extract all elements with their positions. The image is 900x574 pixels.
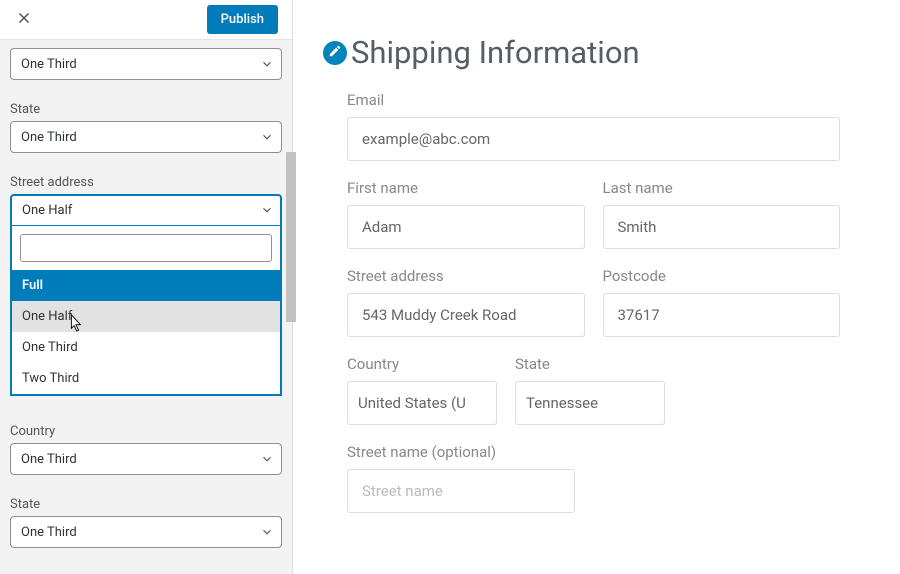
firstname-label: First name <box>347 179 585 197</box>
country-width-label: Country <box>10 424 282 439</box>
dropdown-option-third[interactable]: One Third <box>12 332 280 363</box>
close-icon <box>15 9 33 31</box>
heading-row: Shipping Information <box>323 34 840 71</box>
street-label: Street address <box>347 267 585 285</box>
dropdown-search-wrap <box>12 226 280 270</box>
postcode-value[interactable]: 37617 <box>603 293 841 337</box>
settings-sidebar: Publish State Street address <box>0 0 293 574</box>
street-field: Street address 543 Muddy Creek Road <box>347 267 585 337</box>
close-sidebar-button[interactable] <box>6 2 42 38</box>
row-region: Country United States (U State Tennessee <box>347 355 840 425</box>
country-width-input[interactable] <box>10 443 282 475</box>
sidebar-scrollbar-thumb[interactable] <box>286 152 296 322</box>
row-email: Email example@abc.com <box>347 91 840 161</box>
lastname-field: Last name Smith <box>603 179 841 249</box>
pencil-icon <box>328 43 342 62</box>
country-field: Country United States (U <box>347 355 497 425</box>
row-address: Street address 543 Muddy Creek Road Post… <box>347 267 840 337</box>
state-value[interactable]: Tennessee <box>515 381 665 425</box>
lastname-value[interactable]: Smith <box>603 205 841 249</box>
email-value[interactable]: example@abc.com <box>347 117 840 161</box>
firstname-value[interactable]: Adam <box>347 205 585 249</box>
sidebar-body: State Street address Full One Half <box>0 40 292 574</box>
street-value[interactable]: 543 Muddy Creek Road <box>347 293 585 337</box>
postcode-label: Postcode <box>603 267 841 285</box>
state-field: State Tennessee <box>515 355 665 425</box>
street-width-label: Street address <box>10 175 282 190</box>
width-select-0[interactable] <box>10 48 282 80</box>
country-label: Country <box>347 355 497 373</box>
form-area: Email example@abc.com First name Adam La… <box>347 91 840 513</box>
streetname-label: Street name (optional) <box>347 443 575 461</box>
country-width-select[interactable] <box>10 443 282 475</box>
country-value[interactable]: United States (U <box>347 381 497 425</box>
width-field-0 <box>10 48 282 80</box>
street-width-field: Street address Full One Half One Third T… <box>10 175 282 226</box>
firstname-field: First name Adam <box>347 179 585 249</box>
width-select-0-input[interactable] <box>10 48 282 80</box>
dropdown-option-half[interactable]: One Half <box>12 301 280 332</box>
lastname-label: Last name <box>603 179 841 197</box>
state-width-label: State <box>10 102 282 117</box>
dropdown-option-twothird[interactable]: Two Third <box>12 363 280 394</box>
row-streetname: Street name (optional) <box>347 443 840 513</box>
state-width-input[interactable] <box>10 121 282 153</box>
state2-width-field: State <box>10 497 282 548</box>
email-label: Email <box>347 91 840 109</box>
state-label: State <box>515 355 665 373</box>
form-preview: Shipping Information Email example@abc.c… <box>293 0 900 574</box>
state-width-field: State <box>10 102 282 153</box>
email-field: Email example@abc.com <box>347 91 840 161</box>
street-width-input[interactable] <box>10 194 282 226</box>
streetname-field: Street name (optional) <box>347 443 575 513</box>
dropdown-search-input[interactable] <box>20 234 272 262</box>
state-width-select[interactable] <box>10 121 282 153</box>
country-width-field: Country <box>10 424 282 475</box>
row-name: First name Adam Last name Smith <box>347 179 840 249</box>
state2-width-label: State <box>10 497 282 512</box>
width-dropdown-panel: Full One Half One Third Two Third <box>10 226 282 396</box>
state2-width-input[interactable] <box>10 516 282 548</box>
state2-width-select[interactable] <box>10 516 282 548</box>
edit-badge[interactable] <box>323 41 347 65</box>
streetname-input[interactable] <box>347 469 575 513</box>
publish-button[interactable]: Publish <box>207 5 278 34</box>
dropdown-option-full[interactable]: Full <box>12 270 280 301</box>
street-width-select[interactable]: Full One Half One Third Two Third <box>10 194 282 226</box>
form-title: Shipping Information <box>351 34 640 71</box>
sidebar-header: Publish <box>0 0 292 40</box>
dropdown-options-list: Full One Half One Third Two Third <box>12 270 280 394</box>
postcode-field: Postcode 37617 <box>603 267 841 337</box>
